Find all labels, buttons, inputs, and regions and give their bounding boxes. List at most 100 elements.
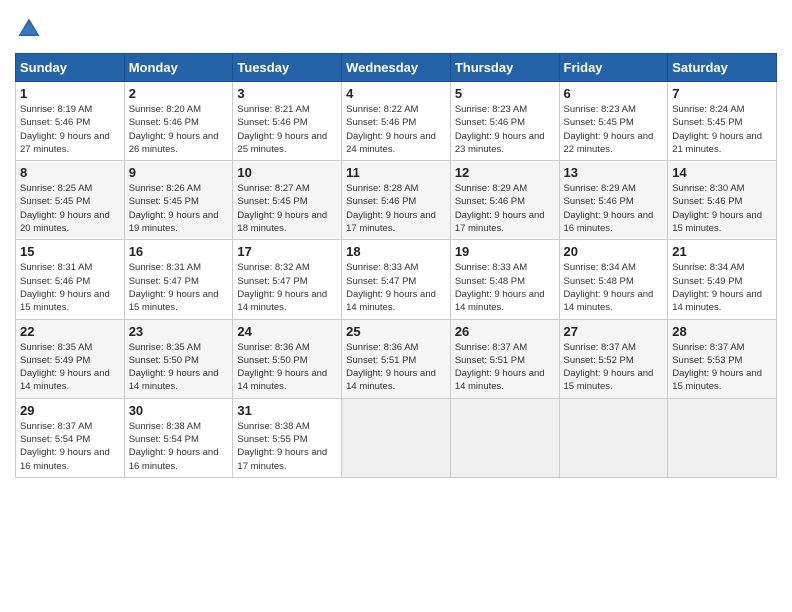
day-info: Sunrise: 8:22 AM Sunset: 5:46 PM Dayligh… (346, 103, 446, 156)
calendar-day-cell: 14 Sunrise: 8:30 AM Sunset: 5:46 PM Dayl… (668, 161, 777, 240)
day-number: 4 (346, 86, 446, 101)
day-number: 6 (564, 86, 664, 101)
day-number: 2 (129, 86, 229, 101)
day-number: 21 (672, 244, 772, 259)
day-info: Sunrise: 8:38 AM Sunset: 5:54 PM Dayligh… (129, 420, 229, 473)
day-info: Sunrise: 8:36 AM Sunset: 5:51 PM Dayligh… (346, 341, 446, 394)
day-info: Sunrise: 8:29 AM Sunset: 5:46 PM Dayligh… (564, 182, 664, 235)
day-info: Sunrise: 8:30 AM Sunset: 5:46 PM Dayligh… (672, 182, 772, 235)
calendar-day-cell: 8 Sunrise: 8:25 AM Sunset: 5:45 PM Dayli… (16, 161, 125, 240)
day-info: Sunrise: 8:34 AM Sunset: 5:49 PM Dayligh… (672, 261, 772, 314)
day-number: 1 (20, 86, 120, 101)
day-info: Sunrise: 8:28 AM Sunset: 5:46 PM Dayligh… (346, 182, 446, 235)
day-number: 30 (129, 403, 229, 418)
weekday-header-cell: Friday (559, 54, 668, 82)
day-number: 13 (564, 165, 664, 180)
calendar-day-cell (559, 398, 668, 477)
calendar-day-cell: 7 Sunrise: 8:24 AM Sunset: 5:45 PM Dayli… (668, 82, 777, 161)
day-info: Sunrise: 8:29 AM Sunset: 5:46 PM Dayligh… (455, 182, 555, 235)
calendar-day-cell: 26 Sunrise: 8:37 AM Sunset: 5:51 PM Dayl… (450, 319, 559, 398)
day-number: 22 (20, 324, 120, 339)
calendar-day-cell (342, 398, 451, 477)
calendar-day-cell: 18 Sunrise: 8:33 AM Sunset: 5:47 PM Dayl… (342, 240, 451, 319)
weekday-header-row: SundayMondayTuesdayWednesdayThursdayFrid… (16, 54, 777, 82)
weekday-header-cell: Sunday (16, 54, 125, 82)
day-number: 5 (455, 86, 555, 101)
day-info: Sunrise: 8:37 AM Sunset: 5:54 PM Dayligh… (20, 420, 120, 473)
day-number: 29 (20, 403, 120, 418)
day-info: Sunrise: 8:32 AM Sunset: 5:47 PM Dayligh… (237, 261, 337, 314)
calendar-day-cell: 1 Sunrise: 8:19 AM Sunset: 5:46 PM Dayli… (16, 82, 125, 161)
day-number: 16 (129, 244, 229, 259)
calendar-week-row: 8 Sunrise: 8:25 AM Sunset: 5:45 PM Dayli… (16, 161, 777, 240)
calendar-day-cell: 16 Sunrise: 8:31 AM Sunset: 5:47 PM Dayl… (124, 240, 233, 319)
day-info: Sunrise: 8:26 AM Sunset: 5:45 PM Dayligh… (129, 182, 229, 235)
calendar-day-cell: 11 Sunrise: 8:28 AM Sunset: 5:46 PM Dayl… (342, 161, 451, 240)
calendar-day-cell: 22 Sunrise: 8:35 AM Sunset: 5:49 PM Dayl… (16, 319, 125, 398)
weekday-header-cell: Monday (124, 54, 233, 82)
day-info: Sunrise: 8:23 AM Sunset: 5:46 PM Dayligh… (455, 103, 555, 156)
day-info: Sunrise: 8:20 AM Sunset: 5:46 PM Dayligh… (129, 103, 229, 156)
calendar-day-cell: 13 Sunrise: 8:29 AM Sunset: 5:46 PM Dayl… (559, 161, 668, 240)
logo (15, 15, 47, 43)
calendar-week-row: 22 Sunrise: 8:35 AM Sunset: 5:49 PM Dayl… (16, 319, 777, 398)
weekday-header-cell: Tuesday (233, 54, 342, 82)
day-info: Sunrise: 8:37 AM Sunset: 5:52 PM Dayligh… (564, 341, 664, 394)
calendar-day-cell: 29 Sunrise: 8:37 AM Sunset: 5:54 PM Dayl… (16, 398, 125, 477)
header (15, 15, 777, 43)
weekday-header-cell: Thursday (450, 54, 559, 82)
day-number: 14 (672, 165, 772, 180)
day-info: Sunrise: 8:33 AM Sunset: 5:48 PM Dayligh… (455, 261, 555, 314)
calendar-day-cell: 2 Sunrise: 8:20 AM Sunset: 5:46 PM Dayli… (124, 82, 233, 161)
calendar-week-row: 15 Sunrise: 8:31 AM Sunset: 5:46 PM Dayl… (16, 240, 777, 319)
calendar-day-cell: 30 Sunrise: 8:38 AM Sunset: 5:54 PM Dayl… (124, 398, 233, 477)
weekday-header-cell: Saturday (668, 54, 777, 82)
day-number: 27 (564, 324, 664, 339)
day-info: Sunrise: 8:19 AM Sunset: 5:46 PM Dayligh… (20, 103, 120, 156)
day-info: Sunrise: 8:24 AM Sunset: 5:45 PM Dayligh… (672, 103, 772, 156)
day-info: Sunrise: 8:33 AM Sunset: 5:47 PM Dayligh… (346, 261, 446, 314)
day-number: 15 (20, 244, 120, 259)
day-number: 23 (129, 324, 229, 339)
day-info: Sunrise: 8:21 AM Sunset: 5:46 PM Dayligh… (237, 103, 337, 156)
calendar-day-cell: 28 Sunrise: 8:37 AM Sunset: 5:53 PM Dayl… (668, 319, 777, 398)
day-info: Sunrise: 8:37 AM Sunset: 5:53 PM Dayligh… (672, 341, 772, 394)
calendar-table: SundayMondayTuesdayWednesdayThursdayFrid… (15, 53, 777, 478)
calendar-day-cell: 17 Sunrise: 8:32 AM Sunset: 5:47 PM Dayl… (233, 240, 342, 319)
calendar-day-cell: 20 Sunrise: 8:34 AM Sunset: 5:48 PM Dayl… (559, 240, 668, 319)
day-info: Sunrise: 8:25 AM Sunset: 5:45 PM Dayligh… (20, 182, 120, 235)
day-info: Sunrise: 8:31 AM Sunset: 5:47 PM Dayligh… (129, 261, 229, 314)
day-info: Sunrise: 8:37 AM Sunset: 5:51 PM Dayligh… (455, 341, 555, 394)
day-number: 20 (564, 244, 664, 259)
day-number: 24 (237, 324, 337, 339)
day-number: 18 (346, 244, 446, 259)
day-number: 8 (20, 165, 120, 180)
calendar-day-cell: 19 Sunrise: 8:33 AM Sunset: 5:48 PM Dayl… (450, 240, 559, 319)
calendar-day-cell: 23 Sunrise: 8:35 AM Sunset: 5:50 PM Dayl… (124, 319, 233, 398)
calendar-day-cell: 10 Sunrise: 8:27 AM Sunset: 5:45 PM Dayl… (233, 161, 342, 240)
calendar-day-cell: 27 Sunrise: 8:37 AM Sunset: 5:52 PM Dayl… (559, 319, 668, 398)
day-number: 3 (237, 86, 337, 101)
calendar-day-cell: 21 Sunrise: 8:34 AM Sunset: 5:49 PM Dayl… (668, 240, 777, 319)
day-number: 19 (455, 244, 555, 259)
day-number: 25 (346, 324, 446, 339)
day-info: Sunrise: 8:35 AM Sunset: 5:50 PM Dayligh… (129, 341, 229, 394)
main-container: SundayMondayTuesdayWednesdayThursdayFrid… (0, 0, 792, 612)
calendar-day-cell: 3 Sunrise: 8:21 AM Sunset: 5:46 PM Dayli… (233, 82, 342, 161)
calendar-day-cell (450, 398, 559, 477)
calendar-day-cell: 12 Sunrise: 8:29 AM Sunset: 5:46 PM Dayl… (450, 161, 559, 240)
day-number: 31 (237, 403, 337, 418)
calendar-day-cell: 5 Sunrise: 8:23 AM Sunset: 5:46 PM Dayli… (450, 82, 559, 161)
day-info: Sunrise: 8:27 AM Sunset: 5:45 PM Dayligh… (237, 182, 337, 235)
calendar-day-cell: 9 Sunrise: 8:26 AM Sunset: 5:45 PM Dayli… (124, 161, 233, 240)
day-info: Sunrise: 8:36 AM Sunset: 5:50 PM Dayligh… (237, 341, 337, 394)
calendar-day-cell: 6 Sunrise: 8:23 AM Sunset: 5:45 PM Dayli… (559, 82, 668, 161)
day-number: 9 (129, 165, 229, 180)
day-number: 28 (672, 324, 772, 339)
day-info: Sunrise: 8:31 AM Sunset: 5:46 PM Dayligh… (20, 261, 120, 314)
day-number: 12 (455, 165, 555, 180)
weekday-header-cell: Wednesday (342, 54, 451, 82)
calendar-day-cell (668, 398, 777, 477)
calendar-week-row: 1 Sunrise: 8:19 AM Sunset: 5:46 PM Dayli… (16, 82, 777, 161)
logo-icon (15, 15, 43, 43)
